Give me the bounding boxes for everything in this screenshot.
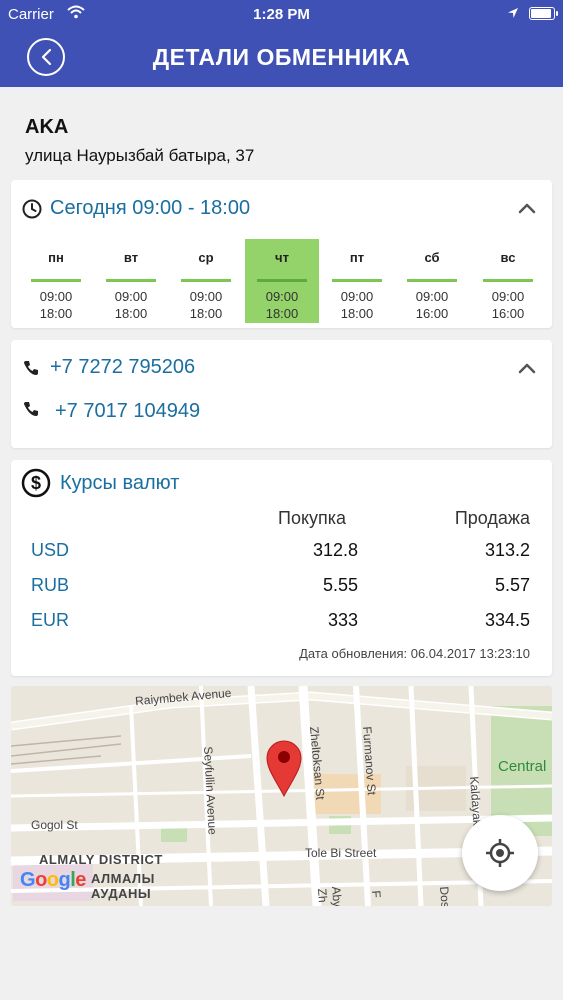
battery-icon: [529, 7, 558, 20]
day-tue: вт 09:00 18:00: [94, 239, 168, 323]
currency-code: USD: [31, 540, 70, 560]
day-open: 09:00: [189, 289, 223, 304]
rate-row: RUB 5.55 5.57: [11, 575, 552, 603]
rates-title: Курсы валют: [60, 472, 180, 494]
day-fri: пт 09:00 18:00: [320, 239, 394, 323]
day-bar: [332, 279, 382, 282]
day-bar: [106, 279, 156, 282]
day-label: пт: [349, 250, 365, 265]
street-label: Gogol St: [31, 818, 78, 832]
chevron-up-icon[interactable]: [518, 202, 536, 214]
day-open: 09:00: [265, 289, 299, 304]
day-open: 09:00: [340, 289, 374, 304]
buy-rate: 333: [327, 610, 358, 630]
rate-row: EUR 333 334.5: [11, 610, 552, 638]
page-title: ДЕТАЛИ ОБМЕННИКА: [152, 44, 411, 70]
weekday-schedule: пн 09:00 18:00 вт 09:00 18:00 ср 09:00 1…: [19, 239, 545, 323]
day-open: 09:00: [415, 289, 449, 304]
exchange-address: улица Наурызбай батыра, 37: [25, 146, 255, 165]
google-logo: Google: [20, 869, 86, 891]
exchange-name: AKA: [25, 116, 69, 138]
street-label: Dos: [437, 886, 453, 906]
day-label: ср: [198, 250, 214, 265]
phones-card: +7 7272 795206 +7 7017 104949: [11, 340, 552, 448]
buy-rate: 5.55: [322, 575, 358, 595]
street-label: Aby: [329, 886, 345, 906]
rate-row: USD 312.8 313.2: [11, 540, 552, 568]
location-arrow-icon: [508, 8, 518, 18]
day-label: сб: [424, 250, 440, 265]
phone-link-1[interactable]: +7 7272 795206: [50, 356, 195, 379]
day-sat: сб 09:00 16:00: [395, 239, 469, 323]
day-sun: вс 09:00 16:00: [471, 239, 545, 323]
crosshair-icon: [486, 839, 514, 867]
central-park-label: Central: [498, 758, 547, 775]
status-bar: Carrier 1:28 PM: [0, 0, 563, 28]
sell-header: Продажа: [454, 508, 530, 528]
day-wed: ср 09:00 18:00: [169, 239, 243, 323]
phone-link-2[interactable]: +7 7017 104949: [55, 400, 200, 423]
day-thu: чт 09:00 18:00: [245, 239, 319, 323]
today-hours: Сегодня 09:00 - 18:00: [50, 197, 251, 219]
buy-header: Покупка: [278, 508, 347, 528]
day-bar: [181, 279, 231, 282]
chevron-up-icon[interactable]: [518, 362, 536, 374]
svg-text:$: $: [31, 473, 41, 493]
day-close: 18:00: [340, 306, 374, 321]
district-label: ALMALY DISTRICT: [39, 852, 163, 867]
day-label: чт: [275, 250, 289, 265]
currency-code: EUR: [31, 610, 70, 630]
day-bar: [31, 279, 81, 282]
day-bar: [257, 279, 307, 282]
district-label-local: АЛМАЛЫ: [91, 871, 155, 886]
rates-card: $ Курсы валют Покупка Продажа USD 312.8 …: [11, 460, 552, 676]
day-close: 18:00: [39, 306, 73, 321]
currency-code: RUB: [31, 575, 70, 595]
district-label-local: АУДАНЫ: [91, 886, 152, 901]
phone-icon: [24, 361, 38, 375]
day-open: 09:00: [491, 289, 525, 304]
day-close: 18:00: [265, 306, 299, 321]
rates-updated: Дата обновления: 06.04.2017 13:23:10: [299, 646, 530, 661]
day-open: 09:00: [39, 289, 73, 304]
app-header: Carrier 1:28 PM ДЕТАЛИ ОБМЕННИКА: [0, 0, 563, 87]
street-label: F: [369, 890, 384, 899]
street-label: Zh: [315, 888, 330, 903]
clock-icon: [22, 199, 42, 219]
buy-rate: 312.8: [312, 540, 358, 560]
schedule-card: Сегодня 09:00 - 18:00 пн 09:00 18:00 вт …: [11, 180, 552, 328]
day-label: вт: [123, 250, 139, 265]
sell-rate: 334.5: [484, 610, 530, 630]
day-bar: [483, 279, 533, 282]
day-close: 18:00: [114, 306, 148, 321]
my-location-button[interactable]: [462, 815, 538, 891]
sell-rate: 313.2: [484, 540, 530, 560]
day-label: пн: [48, 250, 64, 265]
phone-icon: [24, 402, 38, 416]
sell-rate: 5.57: [494, 575, 530, 595]
day-bar: [407, 279, 457, 282]
dollar-circle-icon: $: [21, 468, 51, 498]
day-close: 16:00: [415, 306, 449, 321]
day-close: 16:00: [491, 306, 525, 321]
street-label: Tole Bi Street: [305, 846, 377, 860]
day-mon: пн 09:00 18:00: [19, 239, 93, 323]
day-open: 09:00: [114, 289, 148, 304]
day-label: вс: [500, 250, 516, 265]
day-close: 18:00: [189, 306, 223, 321]
status-time: 1:28 PM: [253, 6, 310, 23]
